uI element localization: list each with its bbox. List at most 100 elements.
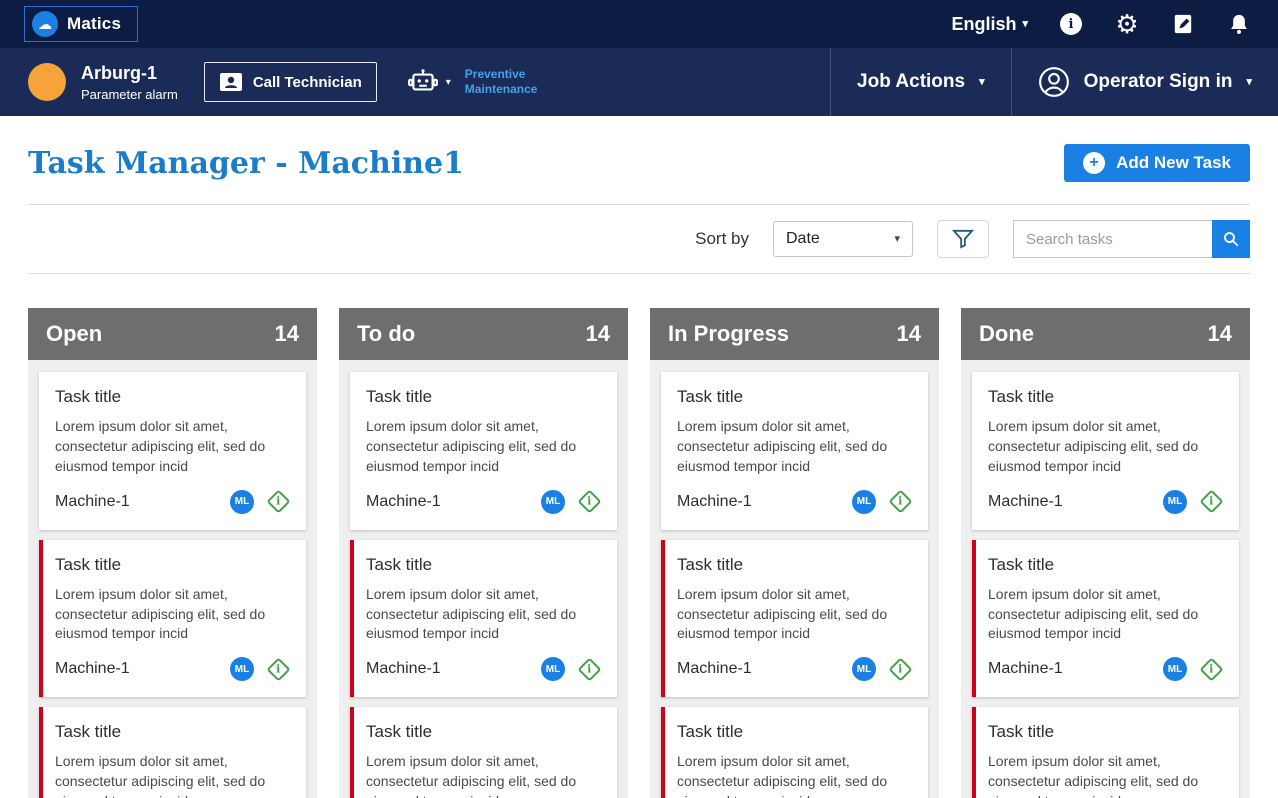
search-input[interactable] [1013, 220, 1212, 258]
matics-logo[interactable]: ☁ Matics [24, 6, 139, 42]
task-badges: ML i [541, 657, 602, 682]
preventive-maintenance-label: Preventive Maintenance [464, 67, 538, 96]
topbar: ☁ Matics English ▾ i ⚙ [0, 0, 1278, 48]
info-diamond-icon[interactable]: i [266, 657, 291, 682]
ml-badge: ML [1163, 489, 1187, 514]
info-diamond-icon[interactable]: i [1199, 657, 1224, 682]
info-diamond-icon[interactable]: i [888, 489, 913, 514]
chevron-down-icon: ▾ [894, 232, 900, 245]
ml-badge: ML [852, 489, 876, 514]
column-count: 14 [1207, 321, 1232, 346]
task-card[interactable]: Task title Lorem ipsum dolor sit amet, co… [972, 539, 1239, 698]
column-title: To do [357, 321, 416, 346]
task-badges: ML i [230, 489, 291, 514]
page-header: Task Manager - Machine1 + Add New Task [0, 116, 1278, 182]
task-description: Lorem ipsum dolor sit amet, consectetur … [366, 418, 577, 474]
task-card[interactable]: Task title Lorem ipsum dolor sit amet, co… [39, 707, 306, 798]
ml-badge: ML [230, 489, 254, 514]
task-description: Lorem ipsum dolor sit amet, consectetur … [55, 418, 266, 474]
search-button[interactable] [1212, 220, 1250, 258]
column-header: Open 14 [28, 308, 317, 360]
task-description: Lorem ipsum dolor sit amet, consectetur … [366, 585, 577, 642]
task-footer: Machine-1 ML i [677, 657, 913, 682]
task-description: Lorem ipsum dolor sit amet, consectetur … [55, 585, 266, 642]
info-diamond-icon[interactable]: i [266, 489, 291, 514]
operator-sign-in-label: Operator Sign in [1083, 71, 1233, 92]
plus-icon: + [1083, 152, 1106, 174]
task-card[interactable]: Task title Lorem ipsum dolor sit amet, co… [661, 372, 928, 530]
machine-name: Arburg-1 [81, 62, 157, 83]
bell-icon[interactable] [1226, 11, 1252, 37]
task-card[interactable]: Task title Lorem ipsum dolor sit amet, co… [972, 707, 1239, 798]
ml-badge: ML [1163, 657, 1187, 682]
sort-select[interactable]: Date ▾ [773, 221, 913, 257]
column-title: Open [46, 321, 103, 346]
column-title: In Progress [668, 321, 790, 346]
task-title: Task title [677, 554, 744, 574]
task-footer: Machine-1 ML i [677, 489, 913, 514]
cloud-icon: ☁ [32, 11, 58, 37]
task-title: Task title [55, 387, 122, 406]
machine-status: Parameter alarm [81, 86, 178, 102]
task-card[interactable]: Task title Lorem ipsum dolor sit amet, co… [39, 539, 306, 698]
task-description: Lorem ipsum dolor sit amet, consectetur … [988, 418, 1199, 474]
info-diamond-icon[interactable]: i [888, 657, 913, 682]
job-actions-menu[interactable]: Job Actions ▾ [830, 48, 1011, 116]
task-description: Lorem ipsum dolor sit amet, consectetur … [677, 753, 888, 798]
sort-select-value: Date [786, 230, 820, 247]
operator-icon [1038, 67, 1069, 97]
task-footer: Machine-1 ML i [55, 489, 291, 514]
preventive-maintenance-menu[interactable]: ▾ Preventive Maintenance [407, 48, 557, 116]
ml-badge: ML [852, 657, 876, 682]
task-card[interactable]: Task title Lorem ipsum dolor sit amet, co… [350, 372, 617, 530]
kanban-board: Open 14 Task title Lorem ipsum dolor sit am… [0, 308, 1278, 798]
chevron-down-icon: ▾ [1246, 75, 1252, 88]
column-count: 14 [896, 321, 921, 346]
column-title: Done [979, 321, 1034, 346]
column-body: Task title Lorem ipsum dolor sit amet, co… [28, 360, 317, 798]
task-card[interactable]: Task title Lorem ipsum dolor sit amet, co… [39, 372, 306, 530]
kanban-column-open: Open 14 Task title Lorem ipsum dolor sit am… [28, 308, 317, 798]
task-title: Task title [55, 722, 122, 742]
task-card[interactable]: Task title Lorem ipsum dolor sit amet, co… [661, 707, 928, 798]
add-new-task-button[interactable]: + Add New Task [1064, 144, 1250, 182]
filter-button[interactable] [937, 220, 989, 258]
chevron-down-icon: ▾ [979, 75, 985, 88]
search-group [1013, 220, 1250, 258]
info-diamond-icon[interactable]: i [1199, 489, 1224, 514]
task-machine: Machine-1 [366, 660, 441, 678]
chevron-down-icon: ▾ [1022, 17, 1028, 30]
task-card[interactable]: Task title Lorem ipsum dolor sit amet, co… [350, 539, 617, 698]
task-card[interactable]: Task title Lorem ipsum dolor sit amet, co… [661, 539, 928, 698]
task-machine: Machine-1 [366, 492, 441, 510]
divider [28, 204, 1250, 205]
info-diamond-icon[interactable]: i [577, 657, 602, 682]
brand-name: Matics [67, 14, 122, 33]
task-title: Task title [988, 554, 1055, 574]
task-footer: Machine-1 ML i [55, 657, 291, 682]
task-badges: ML i [541, 489, 602, 514]
task-description: Lorem ipsum dolor sit amet, consectetur … [366, 753, 577, 798]
report-icon[interactable] [1170, 11, 1196, 37]
task-footer: Machine-1 ML i [366, 489, 602, 514]
task-title: Task title [366, 722, 433, 742]
task-description: Lorem ipsum dolor sit amet, consectetur … [988, 753, 1199, 798]
task-title: Task title [55, 554, 122, 574]
column-header: Done 14 [961, 308, 1250, 360]
info-icon[interactable]: i [1058, 11, 1084, 37]
task-card[interactable]: Task title Lorem ipsum dolor sit amet, co… [972, 372, 1239, 530]
task-card[interactable]: Task title Lorem ipsum dolor sit amet, co… [350, 707, 617, 798]
language-selector[interactable]: English ▾ [951, 14, 1028, 35]
task-badges: ML i [852, 489, 913, 514]
technician-badge-icon [219, 73, 242, 91]
operator-sign-in[interactable]: Operator Sign in ▾ [1010, 48, 1278, 116]
gear-icon[interactable]: ⚙ [1114, 11, 1140, 37]
task-description: Lorem ipsum dolor sit amet, consectetur … [988, 585, 1199, 642]
task-machine: Machine-1 [988, 660, 1063, 678]
call-technician-button[interactable]: Call Technician [203, 62, 377, 102]
info-diamond-icon[interactable]: i [577, 489, 602, 514]
task-machine: Machine-1 [55, 492, 130, 510]
task-badges: ML i [1163, 489, 1224, 514]
column-body: Task title Lorem ipsum dolor sit amet, co… [961, 360, 1250, 798]
machine-info: Arburg-1 Parameter alarm [81, 63, 178, 102]
